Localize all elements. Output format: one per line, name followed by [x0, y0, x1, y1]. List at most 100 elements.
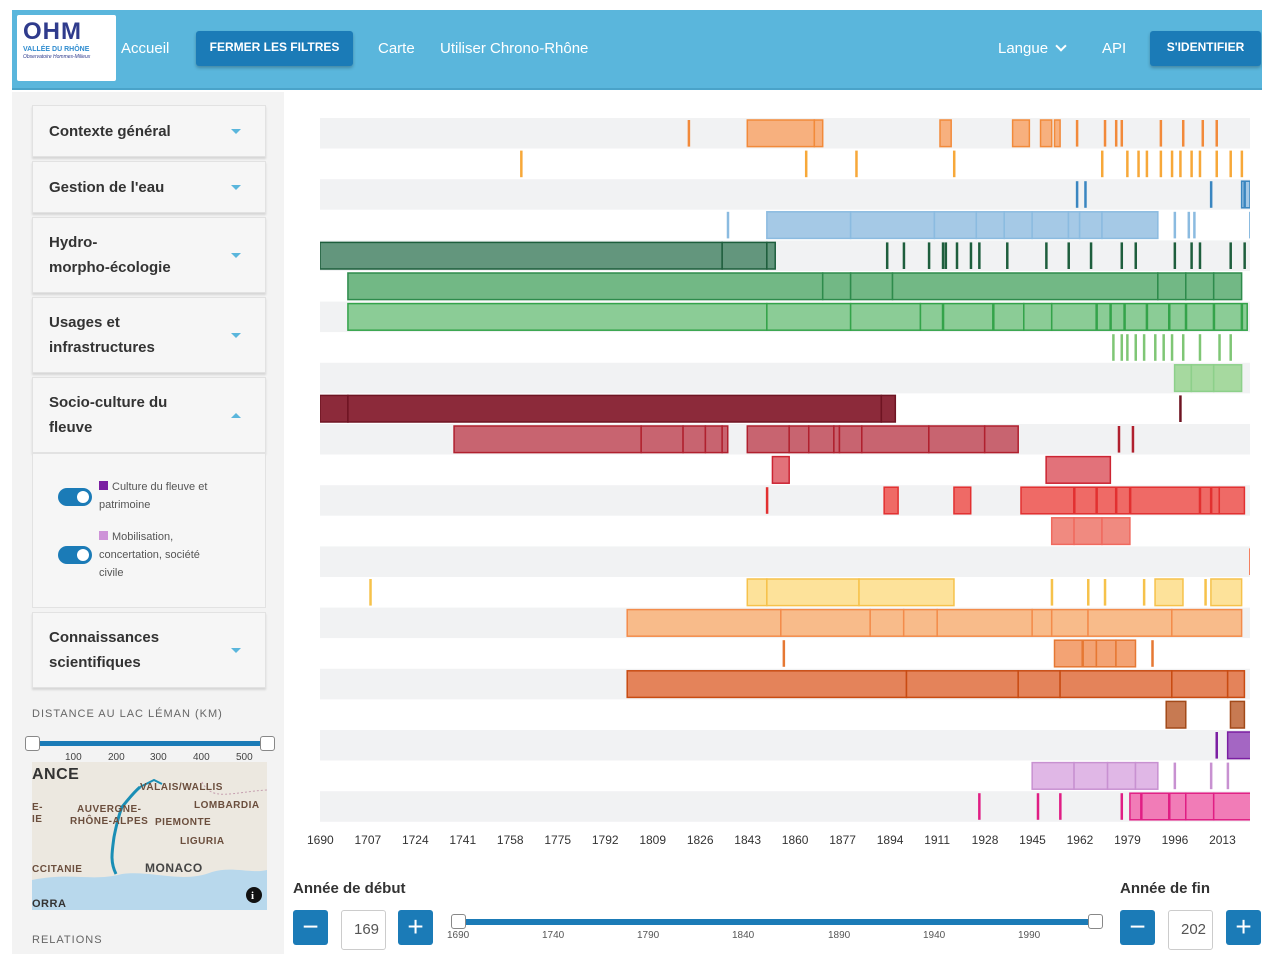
- timeline-event-tick[interactable]: [1209, 487, 1213, 514]
- timeline-event-tick[interactable]: [1081, 640, 1084, 667]
- timeline-event-tick[interactable]: [1168, 793, 1171, 820]
- timeline-event-bar[interactable]: [1210, 578, 1243, 607]
- timeline-event-tick[interactable]: [1240, 150, 1244, 178]
- timeline-event-tick[interactable]: [1151, 640, 1154, 667]
- timeline-event-tick[interactable]: [1114, 120, 1118, 147]
- timeline-event-tick[interactable]: [520, 150, 523, 178]
- timeline-event-bar[interactable]: [1226, 731, 1250, 760]
- timeline-event-bar[interactable]: [1031, 761, 1075, 790]
- timeline-event-tick[interactable]: [1198, 150, 1202, 178]
- timeline-event-tick[interactable]: [1209, 181, 1213, 208]
- timeline-event-bar[interactable]: [640, 425, 684, 454]
- timeline-event-tick[interactable]: [1229, 150, 1232, 178]
- timeline-event-bar[interactable]: [1045, 455, 1112, 484]
- accordion-usages[interactable]: Usages et infrastructures: [32, 297, 266, 373]
- timeline-event-bar[interactable]: [869, 608, 905, 637]
- timeline-event-tick[interactable]: [1059, 793, 1062, 820]
- timeline-event-tick[interactable]: [941, 242, 945, 269]
- start-year-input[interactable]: 169: [341, 910, 386, 950]
- timeline-event-bar[interactable]: [626, 608, 782, 637]
- timeline-event-tick[interactable]: [1128, 487, 1132, 514]
- timeline-event-tick[interactable]: [1100, 150, 1104, 178]
- timeline-event-tick[interactable]: [1198, 487, 1202, 514]
- timeline-event-tick[interactable]: [1120, 793, 1124, 820]
- timeline-event-bar[interactable]: [1218, 486, 1246, 515]
- timeline-event-tick[interactable]: [1131, 426, 1135, 453]
- timeline-event-bar[interactable]: [1212, 272, 1243, 301]
- timeline-event-bar[interactable]: [1050, 517, 1075, 546]
- timeline-event-tick[interactable]: [1142, 334, 1146, 361]
- timeline-event-bar[interactable]: [1031, 211, 1070, 240]
- timeline-event-bar[interactable]: [1011, 119, 1031, 148]
- distance-slider-max-handle[interactable]: [260, 736, 275, 751]
- timeline-event-bar[interactable]: [1050, 608, 1089, 637]
- timeline-event-tick[interactable]: [1193, 211, 1196, 239]
- timeline-event-tick[interactable]: [1134, 334, 1137, 361]
- timeline-event-tick[interactable]: [1229, 334, 1232, 361]
- accordion-contexte-general[interactable]: Contexte général: [32, 105, 266, 157]
- timeline-event-tick[interactable]: [1249, 548, 1250, 575]
- timeline-event-bar[interactable]: [347, 272, 824, 301]
- timeline-event-bar[interactable]: [766, 241, 776, 270]
- timeline-event-bar[interactable]: [1185, 792, 1215, 821]
- timeline-event-tick[interactable]: [1075, 120, 1079, 147]
- timeline-event-bar[interactable]: [771, 455, 790, 484]
- timeline-event-bar[interactable]: [721, 425, 729, 454]
- login-button[interactable]: S'IDENTIFIER: [1150, 31, 1261, 66]
- timeline-event-bar[interactable]: [983, 425, 1019, 454]
- timeline-event-tick[interactable]: [855, 150, 858, 178]
- timeline-event-tick[interactable]: [1226, 762, 1230, 790]
- timeline-event-bar[interactable]: [746, 578, 768, 607]
- timeline-event-bar[interactable]: [1106, 761, 1137, 790]
- timeline-event-bar[interactable]: [746, 119, 816, 148]
- accordion-socio-culture[interactable]: Socio-culture du fleuve: [32, 377, 266, 453]
- timeline-event-bar[interactable]: [1171, 670, 1229, 699]
- timeline-event-bar[interactable]: [1165, 700, 1187, 729]
- timeline-event-tick[interactable]: [1218, 334, 1221, 361]
- year-range-min-handle[interactable]: [451, 914, 466, 929]
- timeline-event-tick[interactable]: [1114, 487, 1118, 514]
- distance-slider-track[interactable]: [38, 741, 268, 746]
- timeline-event-tick[interactable]: [1145, 303, 1149, 331]
- close-filters-button[interactable]: FERMER LES FILTRES: [196, 31, 353, 66]
- timeline-event-bar[interactable]: [1053, 119, 1061, 148]
- toggle-culture-patrimoine[interactable]: [58, 488, 92, 506]
- timeline-event-bar[interactable]: [813, 119, 824, 148]
- start-year-decrement-button[interactable]: −: [293, 910, 328, 945]
- timeline-event-bar[interactable]: [1157, 272, 1187, 301]
- timeline-event-bar[interactable]: [1023, 302, 1053, 331]
- timeline-event-tick[interactable]: [1154, 334, 1157, 361]
- timeline-event-bar[interactable]: [1020, 486, 1221, 515]
- timeline-event-tick[interactable]: [1243, 242, 1246, 269]
- timeline-event-bar[interactable]: [1050, 302, 1248, 331]
- timeline-event-tick[interactable]: [1036, 793, 1040, 820]
- timeline-event-bar[interactable]: [721, 241, 768, 270]
- timeline-event-tick[interactable]: [1181, 334, 1185, 361]
- timeline-event-tick[interactable]: [1006, 242, 1009, 269]
- timeline-event-tick[interactable]: [1103, 579, 1107, 606]
- timeline-event-tick[interactable]: [1229, 242, 1232, 269]
- timeline-event-tick[interactable]: [1179, 395, 1182, 422]
- timeline-event-tick[interactable]: [885, 242, 889, 269]
- timeline-event-tick[interactable]: [1087, 579, 1090, 606]
- timeline-event-tick[interactable]: [1089, 242, 1093, 269]
- timeline-event-bar[interactable]: [858, 578, 955, 607]
- toggle-mobilisation[interactable]: [58, 546, 92, 564]
- timeline-event-tick[interactable]: [1212, 303, 1216, 331]
- timeline-event-bar[interactable]: [919, 302, 1025, 331]
- timeline-event-tick[interactable]: [1243, 181, 1246, 208]
- timeline-event-bar[interactable]: [891, 272, 1159, 301]
- distance-slider-min-handle[interactable]: [25, 736, 40, 751]
- timeline-event-tick[interactable]: [978, 242, 981, 269]
- timeline-event-bar[interactable]: [1171, 608, 1243, 637]
- timeline-event-bar[interactable]: [849, 302, 922, 331]
- nav-use-link[interactable]: Utiliser Chrono-Rhône: [440, 40, 588, 57]
- timeline-event-bar[interactable]: [1101, 211, 1159, 240]
- timeline-event-tick[interactable]: [1201, 120, 1205, 147]
- timeline-event-tick[interactable]: [1075, 181, 1079, 208]
- timeline-event-tick[interactable]: [1103, 120, 1107, 147]
- timeline-event-tick[interactable]: [1159, 120, 1163, 147]
- timeline-event-bar[interactable]: [1134, 761, 1159, 790]
- nav-api-link[interactable]: API: [1102, 40, 1126, 57]
- timeline-event-tick[interactable]: [687, 120, 691, 147]
